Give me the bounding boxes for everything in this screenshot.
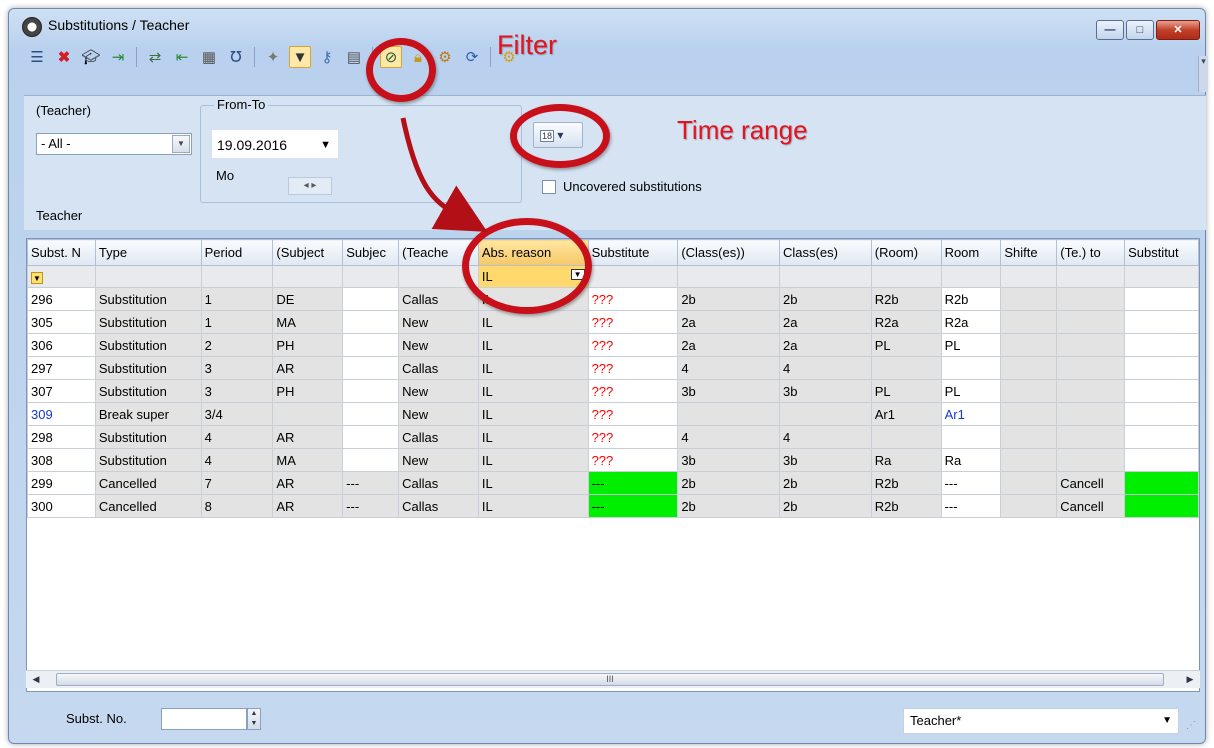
annotation-arrow — [400, 117, 488, 232]
